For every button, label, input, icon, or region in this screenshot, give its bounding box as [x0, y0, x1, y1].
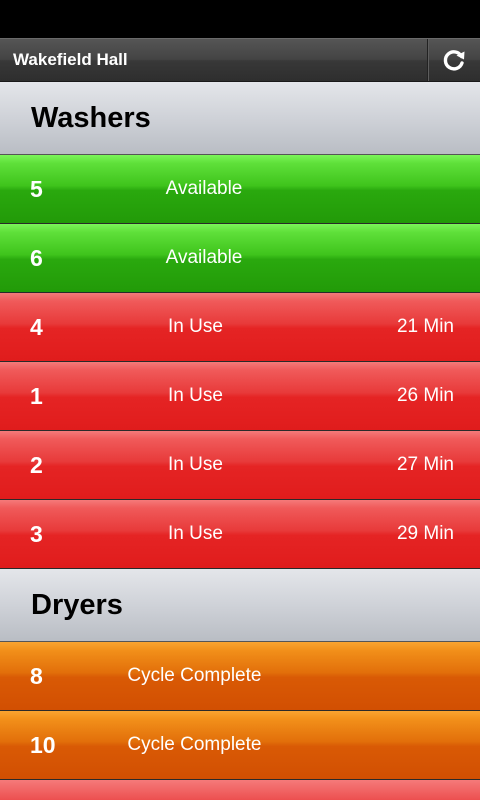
washer-row[interactable]: 6 Available — [0, 224, 480, 293]
hall-title: Wakefield Hall — [13, 50, 128, 69]
time-remaining: 26 Min — [396, 385, 454, 406]
washers-header: Washers — [0, 82, 480, 155]
time-remaining: 29 Min — [396, 523, 454, 544]
refresh-icon — [443, 50, 465, 71]
washers-title: Washers — [31, 101, 151, 134]
dryers-section: Dryers 8 Cycle Complete 10 Cycle Complet… — [0, 569, 480, 800]
dryers-header: Dryers — [0, 569, 480, 642]
machine-status: Cycle Complete — [127, 665, 262, 686]
washer-row[interactable]: 2 In Use 27 Min — [0, 431, 480, 500]
washer-row[interactable]: 1 In Use 26 Min — [0, 362, 480, 431]
washer-row[interactable]: 5 Available — [0, 155, 480, 224]
machine-status: Available — [165, 178, 243, 199]
washer-row[interactable]: 4 In Use 21 Min — [0, 293, 480, 362]
time-remaining: 27 Min — [396, 454, 454, 475]
status-bar — [0, 0, 480, 38]
washers-section: Washers 5 Available 6 Available 4 In Use… — [0, 82, 480, 569]
title-bar: Wakefield Hall — [0, 38, 480, 82]
dryer-row[interactable]: 10 Cycle Complete — [0, 711, 480, 780]
dryers-title: Dryers — [31, 588, 123, 621]
washer-row[interactable]: 3 In Use 29 Min — [0, 500, 480, 569]
time-remaining: 21 Min — [396, 316, 454, 337]
dryer-row[interactable]: 8 Cycle Complete — [0, 642, 480, 711]
machine-status: Cycle Complete — [127, 734, 262, 755]
refresh-button[interactable] — [427, 39, 480, 81]
machine-status: Available — [165, 247, 243, 268]
dryer-row-partial[interactable] — [0, 780, 480, 800]
